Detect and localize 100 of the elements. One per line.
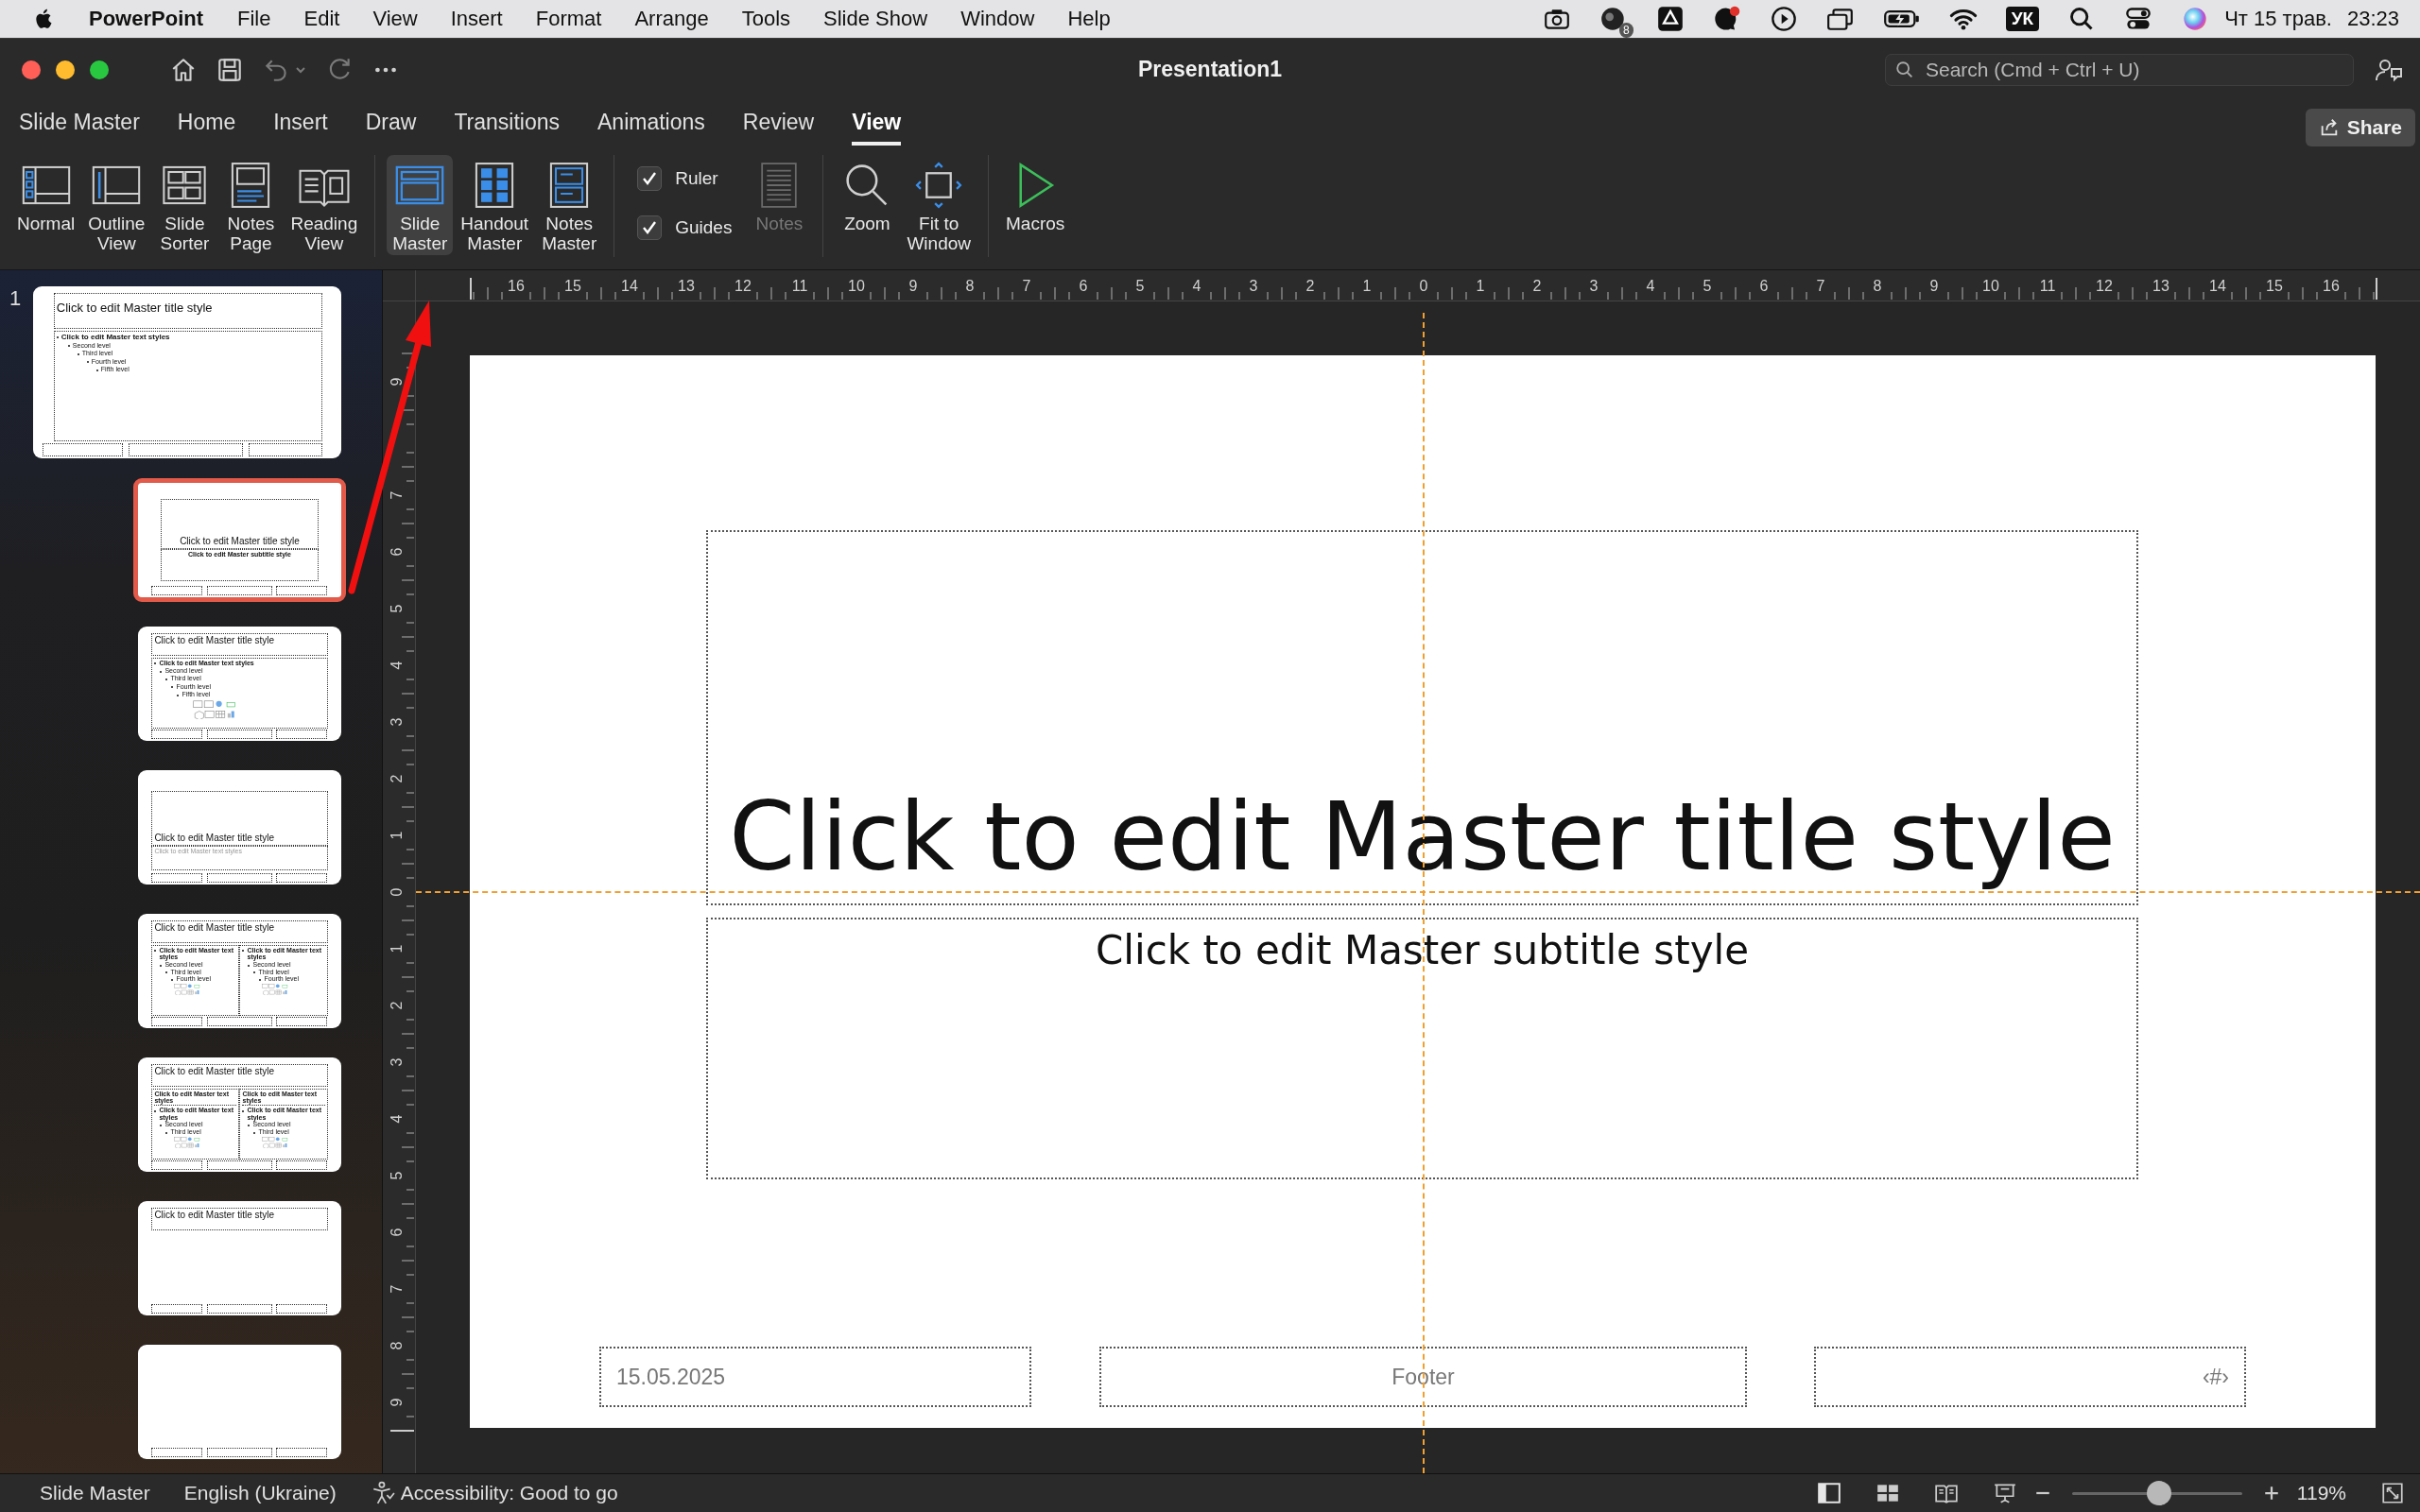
content-icons-drawing (192, 699, 238, 719)
fit-slide-icon[interactable] (2380, 1481, 2405, 1505)
content-icons-drawing (173, 1136, 202, 1148)
ruler-number: 5 (388, 604, 405, 613)
ribbon-tab[interactable]: Review (742, 102, 815, 146)
ribbon-button[interactable]: Outline View (82, 155, 151, 255)
date-placeholder[interactable]: 15.05.2025 (599, 1347, 1031, 1407)
ruler-number: 9 (388, 377, 405, 387)
placeholder-title: Click to edit Master title style (154, 1210, 276, 1222)
menu-item[interactable]: Tools (741, 7, 791, 31)
chat-icon[interactable] (1712, 6, 1741, 32)
zoom-slider[interactable] (2071, 1481, 2242, 1505)
ruler-number: 4 (388, 1114, 405, 1124)
zoom-slider-thumb[interactable] (2146, 1481, 2171, 1505)
checkbox[interactable] (637, 166, 663, 191)
ruler-number: 10 (1982, 278, 1999, 294)
title-placeholder[interactable]: Click to edit Master title style (706, 530, 2138, 905)
subtitle-placeholder[interactable]: Click to edit Master subtitle style (706, 918, 2138, 1179)
footer-placeholder[interactable]: Footer (1099, 1347, 1747, 1407)
close-button[interactable] (22, 60, 41, 79)
footer-placeholder (151, 1447, 203, 1457)
menubar-time[interactable]: 23:23 (2346, 7, 2399, 31)
app-menu[interactable]: PowerPoint (89, 7, 203, 31)
menu-item[interactable]: Window (960, 7, 1035, 31)
slide-thumbnail[interactable] (138, 1057, 341, 1172)
content-icons-drawing (173, 984, 202, 996)
footer-placeholder (276, 872, 327, 883)
drive-icon[interactable] (1655, 6, 1685, 32)
content-icons-drawing (261, 1136, 290, 1148)
ruler-number: 1 (388, 944, 405, 954)
menu-item[interactable]: View (372, 7, 418, 31)
ribbon-button[interactable]: Notes Master (536, 155, 603, 255)
zoom-in-icon[interactable] (2262, 1485, 2280, 1502)
ribbon-button[interactable]: Macros (1000, 155, 1071, 235)
window-title: Presentation1 (1137, 57, 1283, 82)
menu-item[interactable]: Help (1067, 7, 1111, 31)
menu-item[interactable]: Insert (450, 7, 503, 31)
ribbon-button[interactable]: Slide Sorter (152, 155, 217, 255)
slide-thumbnail[interactable] (138, 1345, 341, 1459)
menu-item[interactable]: Slide Show (823, 7, 928, 31)
ribbon-button[interactable]: Slide Master (387, 155, 454, 255)
ruler-number: 16 (508, 278, 525, 294)
ribbon-tab[interactable]: Transitions (454, 102, 561, 146)
ribbon-tab[interactable]: Animations (597, 102, 705, 146)
menu-item[interactable]: File (237, 7, 271, 31)
ruler-number: 9 (1929, 278, 1939, 294)
play-icon[interactable] (1769, 6, 1798, 32)
presentation-icon[interactable] (1992, 1481, 2017, 1505)
placeholder-title: Click to edit Master title style (154, 832, 276, 844)
menu-item[interactable]: Edit (303, 7, 340, 31)
ribbon-button[interactable]: Normal (11, 155, 81, 235)
windows-icon[interactable] (1825, 6, 1855, 32)
footer-placeholder (151, 585, 203, 595)
ruler-number: 6 (1079, 278, 1088, 294)
input-source-indicator[interactable]: УК (2005, 7, 2040, 31)
ribbon-tab[interactable]: Home (177, 102, 236, 146)
menu-item[interactable]: Format (535, 7, 602, 31)
slide-number-placeholder[interactable]: ‹#› (1814, 1347, 2246, 1407)
slide-subtitle: Click to edit Master subtitle style (1095, 927, 1750, 973)
zoom-percentage[interactable]: 119% (2296, 1482, 2346, 1504)
zoom-button[interactable] (90, 60, 109, 79)
checkbox[interactable] (637, 215, 663, 240)
ruler-number: 6 (1759, 278, 1769, 294)
accessibility-status[interactable]: Accessibility: Good to go (400, 1482, 618, 1504)
normal-view-icon[interactable] (1816, 1481, 1841, 1505)
checkbox-label[interactable]: Guides (675, 217, 733, 238)
ruler-number: 8 (1873, 278, 1882, 294)
menu-item[interactable]: Arrange (634, 7, 709, 31)
ruler-number: 2 (388, 774, 405, 783)
search-field[interactable]: Search (Cmd + Ctrl + U) (1885, 53, 2354, 86)
footer-placeholder (151, 729, 203, 739)
ruler-number: 8 (965, 278, 975, 294)
slide-thumbnail[interactable]: Click to edit Master title style (138, 1201, 341, 1315)
placeholder-title: Click to edit Master title style (56, 300, 214, 316)
ribbon-button[interactable]: Notes Page (218, 155, 284, 255)
footer-placeholder (207, 729, 272, 739)
ribbon-tab[interactable]: Draw (365, 102, 417, 146)
placeholder-title: Click to edit Master title style (154, 1066, 276, 1078)
toggles-icon[interactable] (2124, 6, 2153, 32)
ribbon-button[interactable]: Handout Master (455, 155, 535, 255)
vertical-guide[interactable] (1423, 313, 1425, 1473)
ribbon-tab[interactable]: Slide Master (19, 102, 140, 146)
minimize-button[interactable] (56, 60, 75, 79)
ruler-number: 6 (388, 1228, 405, 1237)
ruler-number: 2 (1305, 278, 1315, 294)
bullet-text: Click to edit Master text styles (60, 333, 170, 342)
share-button[interactable]: Share (2305, 109, 2415, 146)
ribbon-tab[interactable]: Insert (273, 102, 328, 146)
ruler-number: 0 (388, 887, 405, 897)
ruler-number: 7 (1022, 278, 1031, 294)
footer-text: Footer (1392, 1364, 1455, 1390)
ribbon-button[interactable]: Zoom (835, 155, 900, 235)
ruler-number: 5 (1703, 278, 1712, 294)
status-language[interactable]: English (Ukraine) (183, 1482, 337, 1504)
ruler-number: 5 (388, 1171, 405, 1180)
notification-badge: 8 (1619, 23, 1634, 38)
menubar-date[interactable]: Чт 15 трав. (2224, 7, 2332, 31)
ribbon-button[interactable]: Fit to Window (901, 155, 977, 255)
ribbon-button[interactable]: Reading View (285, 155, 364, 255)
checkbox-label[interactable]: Ruler (675, 168, 718, 189)
